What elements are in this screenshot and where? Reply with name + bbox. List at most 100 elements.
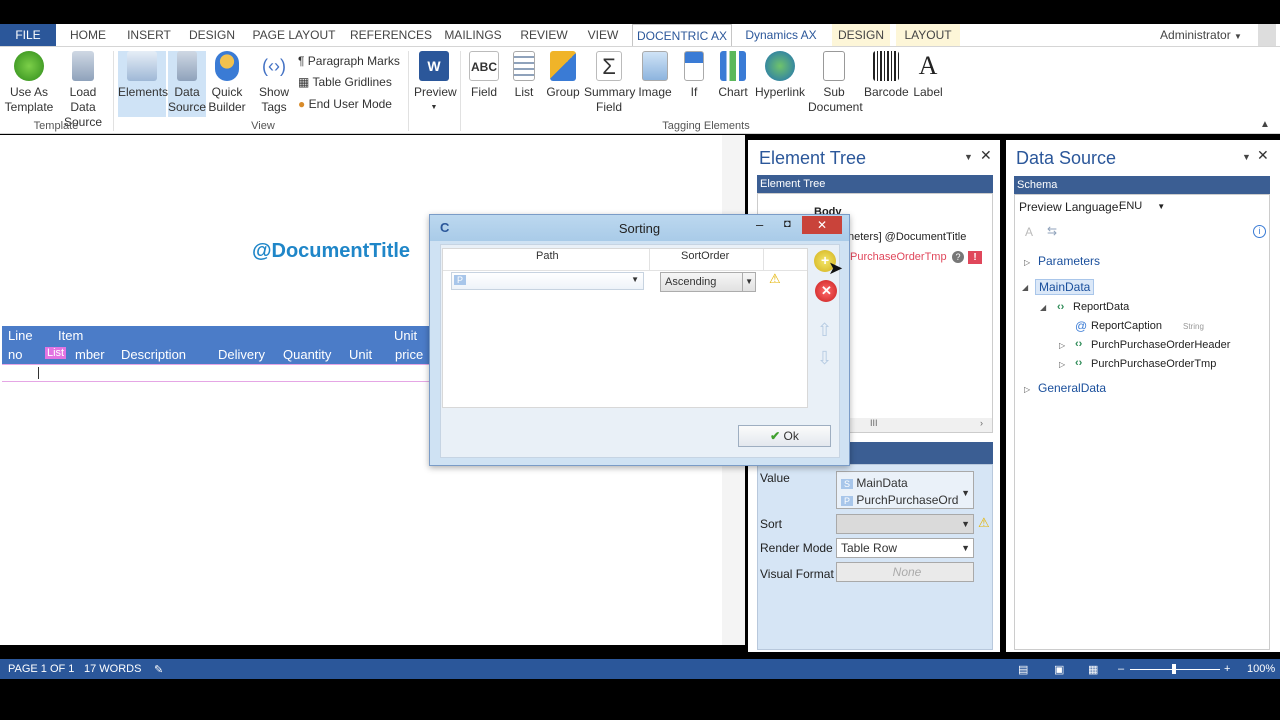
chevron-down-icon[interactable]: ▼ [961,539,970,557]
tree-node-document-title[interactable]: neters] @DocumentTitle [848,231,966,243]
tab-table-design[interactable]: DESIGN [832,24,890,46]
list-button[interactable]: List [508,51,540,100]
chart-button[interactable]: Chart [714,51,752,100]
proofing-icon[interactable]: ✎ [154,663,163,676]
tab-design[interactable]: DESIGN [186,24,238,46]
ribbon-separator [408,51,409,131]
remove-icon: ✕ [821,283,832,298]
collapse-arrow-icon[interactable]: ◢ [1040,303,1046,312]
preview-language-select[interactable]: ENU ▼ [1119,200,1165,212]
tab-references[interactable]: REFERENCES [350,24,432,46]
node-maindata[interactable]: MainData [1035,279,1095,295]
tab-docentric-ax[interactable]: DOCENTRIC AX [632,24,732,46]
zoom-out-icon[interactable]: – [1118,663,1124,675]
chevron-right-icon[interactable]: › [980,418,983,428]
chevron-down-icon[interactable]: ▼ [742,273,753,291]
tab-page-layout[interactable]: PAGE LAYOUT [250,24,338,46]
move-up-icon[interactable]: ⇧ [817,320,832,341]
expand-arrow-icon[interactable]: ▷ [1024,258,1030,267]
expand-arrow-icon[interactable]: ▷ [1059,341,1065,350]
scroll-thumb[interactable]: III [870,418,878,428]
tab-dynamics-ax[interactable]: Dynamics AX [740,24,822,46]
end-user-mode-toggle[interactable]: ● End User Mode [298,97,392,111]
sortorder-select[interactable]: Ascending ▼ [660,272,756,292]
tab-view[interactable]: VIEW [582,24,624,46]
value-field[interactable]: S MainData P PurchPurchaseOrd ▼ [836,471,974,509]
elements-button[interactable]: Elements [118,51,168,117]
move-down-icon[interactable]: ⇩ [817,348,832,369]
letter-a-icon[interactable]: A [1025,225,1033,239]
close-icon[interactable]: ✕ [1257,147,1269,164]
expand-arrow-icon[interactable]: ▷ [1059,360,1065,369]
schema-box: Preview Language: ENU ▼ A ⇆ i ▷ Paramete… [1014,194,1270,650]
table-header-row[interactable]: Line no Item List mber Description Deliv… [2,326,432,364]
minimize-icon[interactable]: – [756,217,763,232]
tab-file[interactable]: FILE [0,24,56,46]
node-purch-header[interactable]: PurchPurchaseOrderHeader [1091,339,1230,351]
tab-insert[interactable]: INSERT [124,24,174,46]
list-tag[interactable]: List [45,347,67,359]
close-icon[interactable]: ✕ [802,216,842,234]
tab-table-layout[interactable]: LAYOUT [896,24,960,46]
table-gridlines-toggle[interactable]: ▦ Table Gridlines [298,75,392,89]
zoom-in-icon[interactable]: + [1224,663,1230,675]
node-reportdata[interactable]: ReportData [1073,301,1129,313]
load-data-source-button[interactable]: Load Data Source [58,51,108,130]
barcode-button[interactable]: Barcode [864,51,909,100]
read-mode-icon[interactable]: ▤ [1018,663,1028,676]
show-tags-button[interactable]: (‹›) Show Tags [254,51,294,115]
word-count[interactable]: 17 WORDS [84,663,141,675]
hyperlink-button[interactable]: Hyperlink [754,51,806,100]
sort-grid[interactable]: P ▼ Ascending ▼ ⚠ [442,248,808,408]
chevron-down-icon[interactable]: ▼ [961,515,970,533]
tab-mailings[interactable]: MAILINGS [440,24,506,46]
dialog-titlebar[interactable]: C Sorting – ◘ ✕ [430,215,849,241]
ok-button[interactable]: ✔ Ok [738,425,831,447]
tab-review[interactable]: REVIEW [516,24,572,46]
sort-field[interactable]: ▼ [836,514,974,534]
zoom-level[interactable]: 100% [1247,663,1275,675]
document-title-tag[interactable]: @DocumentTitle [252,240,410,263]
chevron-down-icon[interactable]: ▼ [964,152,973,162]
tree-structure-icon[interactable]: ⇆ [1047,224,1057,238]
quick-builder-button[interactable]: Quick Builder [208,51,246,115]
chevron-down-icon[interactable]: ▼ [1242,152,1251,162]
render-mode-select[interactable]: Table Row ▼ [836,538,974,558]
if-button[interactable]: If [680,51,708,100]
maximize-icon[interactable]: ◘ [784,218,791,230]
close-icon[interactable]: ✕ [980,147,992,164]
use-as-template-button[interactable]: Use As Template [4,51,54,115]
paragraph-marks-toggle[interactable]: ¶ Paragraph Marks [298,54,400,68]
tab-home[interactable]: HOME [62,24,114,46]
group-button[interactable]: Group [544,51,582,100]
node-generaldata[interactable]: GeneralData [1038,381,1106,395]
node-purch-tmp[interactable]: PurchPurchaseOrderTmp [1091,358,1216,370]
sub-document-button[interactable]: Sub Document [808,51,863,115]
data-source-button[interactable]: Data Source [168,51,206,117]
preview-button[interactable]: W Preview ▼ [414,51,457,115]
image-button[interactable]: Image [636,51,674,100]
info-icon[interactable]: i [1253,225,1266,238]
tree-node-purchase-order-tmp[interactable]: PurchaseOrderTmp [850,251,947,263]
chevron-down-icon[interactable]: ▼ [961,484,970,502]
summary-field-button[interactable]: Σ Summary Field [584,51,635,115]
node-reportcaption[interactable]: ReportCaption [1091,320,1162,332]
page-count[interactable]: PAGE 1 OF 1 [8,663,74,675]
value-label: Value [760,471,790,485]
col-description: Description [121,347,187,362]
collapse-ribbon-icon[interactable]: ▲ [1260,119,1270,130]
field-button[interactable]: ABC Field [466,51,502,100]
visual-format-field[interactable]: None [836,562,974,582]
expand-arrow-icon[interactable]: ▷ [1024,385,1030,394]
user-account[interactable]: Administrator ▼ [1156,24,1246,46]
table-data-row[interactable] [2,364,432,382]
remove-sort-button[interactable]: ✕ [815,280,837,302]
collapse-arrow-icon[interactable]: ◢ [1022,283,1028,292]
path-select[interactable]: P ▼ [451,272,644,290]
node-parameters[interactable]: Parameters [1038,254,1100,268]
zoom-slider-thumb[interactable] [1172,664,1176,674]
print-layout-icon[interactable]: ▣ [1054,663,1064,676]
web-layout-icon[interactable]: ▦ [1088,663,1098,676]
label-button[interactable]: A Label [910,51,946,100]
chevron-down-icon[interactable]: ▼ [631,275,639,284]
